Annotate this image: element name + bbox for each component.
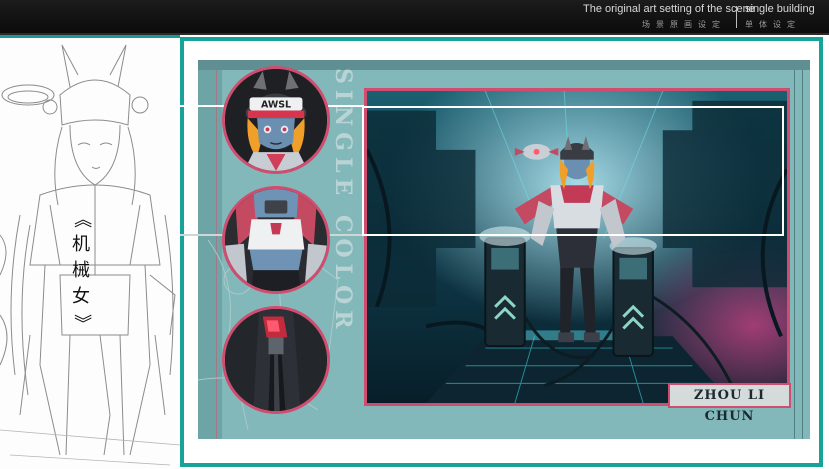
panel-stripe: [794, 70, 795, 439]
weapon-detail-icon: [225, 309, 327, 411]
character-torso-icon: [225, 189, 327, 291]
portrait-face: AWSL: [222, 66, 330, 174]
header-separator: [736, 6, 737, 28]
artist-signature: ZHOU LI CHUN: [668, 383, 791, 424]
panel-stripe: [802, 70, 803, 439]
header-category-cn: 单体设定: [745, 20, 801, 29]
title-bracket-open: 《: [71, 210, 92, 228]
title-char-2: 械: [72, 260, 90, 281]
single-color-label: SINGLE COLOR: [330, 68, 356, 335]
left-teal-accent: [0, 35, 180, 38]
header-subtitle-cn: 场景原画设定: [642, 20, 726, 29]
mech-girl-scene: [367, 91, 787, 403]
title-char-1: 机: [72, 234, 90, 255]
header-category-en: single building: [745, 3, 815, 15]
title-bracket-close: 》: [71, 314, 92, 332]
portrait-torso: [222, 186, 330, 294]
header-subtitle-en: The original art setting of the scene: [583, 3, 755, 15]
character-title: 《 机 械 女 》: [66, 206, 96, 336]
portrait-weapon: [222, 306, 330, 414]
cap-text: AWSL: [261, 100, 291, 111]
scene-illustration: [364, 88, 790, 406]
character-face-icon: AWSL: [225, 69, 327, 171]
title-char-3: 女: [72, 286, 90, 307]
